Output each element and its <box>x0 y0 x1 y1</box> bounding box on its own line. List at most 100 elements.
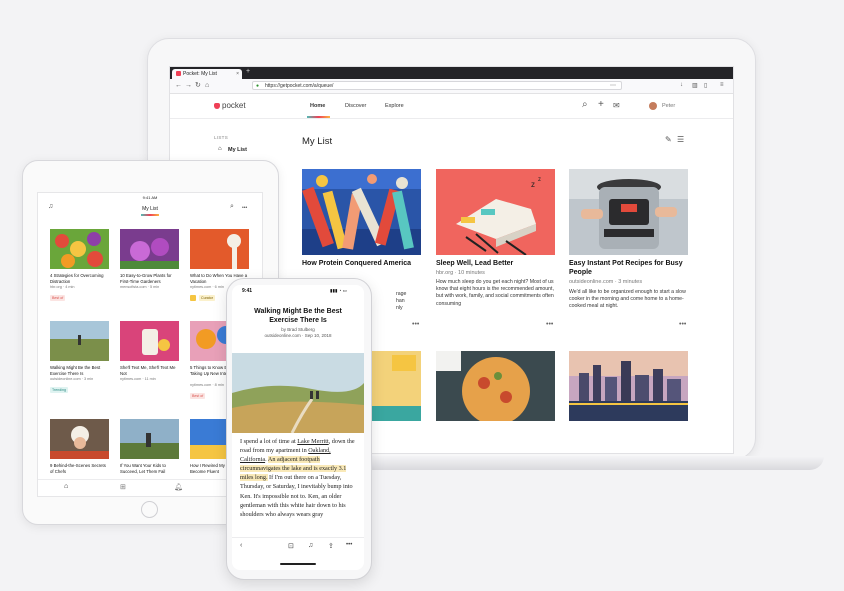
card-title[interactable]: How Protein Conquered America <box>302 260 421 269</box>
ipad-item-image[interactable] <box>120 321 179 361</box>
share-icon[interactable]: ⇪ <box>328 542 334 550</box>
more-icon[interactable]: ••• <box>242 205 247 211</box>
card-image-pizza[interactable] <box>436 351 555 421</box>
article-title: Walking Might Be the Best Exercise There… <box>254 308 342 324</box>
downloads-icon[interactable]: ↓ <box>680 82 683 88</box>
card-menu-icon[interactable]: ••• <box>546 321 553 328</box>
ipad-item-image[interactable] <box>50 321 109 361</box>
article-hero-image <box>232 353 364 433</box>
card-excerpt: How much sleep do you get each night? Mo… <box>436 279 554 307</box>
excerpt-fragment: rage <box>396 291 407 297</box>
search-icon[interactable]: ⌕ <box>582 99 588 111</box>
ipad-item-image[interactable] <box>120 419 179 459</box>
card-image-protein[interactable] <box>302 169 421 255</box>
browser-tab-bar: Pocket: My List × + <box>170 67 733 79</box>
list-view-icon[interactable]: ☰ <box>677 135 684 144</box>
nav-home[interactable]: Home <box>310 103 325 109</box>
ipad-item-source: nytimes.com · 8 min <box>190 383 224 387</box>
ipad-item-badge: Trending <box>50 387 69 393</box>
card-title[interactable]: Sleep Well, Lead Better <box>436 260 555 269</box>
browser-tab[interactable]: Pocket: My List × <box>172 69 242 79</box>
menu-icon[interactable]: ≡ <box>720 82 724 88</box>
card-image-sleep[interactable]: z z <box>436 169 555 255</box>
card-excerpt-partial: rage han nly <box>396 291 426 313</box>
ipad-item-title[interactable]: Walking Might Be the Best Exercise There… <box>50 365 110 376</box>
pocket-logo-icon <box>214 103 220 109</box>
home-indicator <box>280 563 316 565</box>
add-tab-icon[interactable]: ⊞ <box>120 483 126 491</box>
more-icon[interactable]: ••• <box>346 542 352 548</box>
user-name[interactable]: Peter <box>662 103 675 109</box>
add-icon[interactable]: + <box>598 99 604 111</box>
ipad-page-title: My List <box>142 206 158 212</box>
card-menu-icon[interactable]: ••• <box>412 321 419 328</box>
listen-icon[interactable]: ♫ <box>308 542 313 549</box>
pocket-logo[interactable]: pocket <box>214 101 246 110</box>
ipad-home-button[interactable] <box>141 501 158 518</box>
ipad-item-title[interactable]: 9 Behind-the-Scenes Secrets of Chefs <box>50 463 110 474</box>
ipad-item-title[interactable]: 10 Easy-to-Grow Plants for First-Time Ga… <box>120 273 180 284</box>
ipad-item-source: hbr.org · 4 min <box>50 285 75 289</box>
ipad-item-source: nytimes.com · 11 min <box>120 377 156 381</box>
tab-title: Pocket: My List <box>183 71 217 77</box>
home-icon[interactable]: ⌂ <box>205 81 209 91</box>
page-actions-icon[interactable]: ⋯ <box>610 82 616 89</box>
excerpt-fragment: han <box>396 298 405 305</box>
svg-text:z: z <box>538 177 541 183</box>
body-text: I spend a lot of time at <box>240 438 298 445</box>
article-byline: by Brad Stulberg outsideonline.com · Sep… <box>244 327 352 339</box>
ipad-item-image[interactable] <box>120 229 179 269</box>
archive-icon[interactable]: ⊡ <box>288 542 294 550</box>
nav-discover[interactable]: Discover <box>345 103 366 109</box>
ipad-item-badge: Best of <box>50 295 66 301</box>
svg-text:z: z <box>531 180 535 189</box>
body-link[interactable]: Lake Merritt <box>297 438 328 445</box>
forward-icon[interactable]: → <box>185 81 192 91</box>
ipad-item-image[interactable] <box>50 229 109 269</box>
my-list-home-icon: ⌂ <box>218 146 222 152</box>
pocket-header: pocket Home Discover Explore ⌕ + ✉ Peter <box>170 94 733 119</box>
home-tab-icon[interactable]: ⌂ <box>64 483 68 490</box>
card-title[interactable]: Easy Instant Pot Recipes for Busy People <box>569 260 688 277</box>
article-source[interactable]: outsideonline.com · Sep 10, 2018 <box>244 333 352 339</box>
url-input[interactable]: https://getpocket.com/a/queue/ <box>252 81 622 90</box>
nav-explore[interactable]: Explore <box>385 103 404 109</box>
ipad-item-badge: Curator <box>199 295 215 301</box>
ipad-item-title[interactable]: If You Want Your Kids to Succeed, Let Th… <box>120 463 180 474</box>
back-icon[interactable]: ← <box>175 81 182 91</box>
ipad-item-title[interactable]: 4 Strategies for Overcoming Distraction <box>50 273 110 284</box>
lists-label: LISTS <box>214 135 229 140</box>
ipad-item-source: outsideonline.com · 3 min <box>50 377 94 381</box>
ipad-item-source: mensofista.com · 5 min <box>120 285 160 289</box>
sidebar-item-my-list[interactable]: My List <box>228 147 247 153</box>
ipad-item-image[interactable] <box>50 419 109 459</box>
phone-status-icons: ▮▮▮ ◔ ▭ <box>330 288 347 293</box>
sidebar-icon[interactable]: ▯ <box>704 82 707 89</box>
page-title: My List <box>302 136 333 147</box>
tab-close-icon[interactable]: × <box>236 69 239 79</box>
card-source: hbr.org · 10 minutes <box>436 270 485 276</box>
card-menu-icon[interactable]: ••• <box>679 321 686 328</box>
ipad-item-title[interactable]: She'll Text Me, She'll Text Me Not <box>120 365 180 376</box>
reload-icon[interactable]: ↻ <box>195 81 201 91</box>
avatar[interactable] <box>649 102 657 110</box>
edit-icon[interactable]: ✎ <box>665 135 672 144</box>
back-icon[interactable]: ‹ <box>240 542 242 549</box>
ipad-item-badge: Best of <box>190 393 206 399</box>
search-icon[interactable]: ⌕ <box>230 203 234 211</box>
card-image-instant-pot[interactable] <box>569 169 688 255</box>
logo-text: pocket <box>222 101 246 110</box>
address-bar: ← → ↻ ⌂ https://getpocket.com/a/queue/ ●… <box>170 79 733 94</box>
lock-icon: ● <box>256 83 260 89</box>
card-image-city[interactable] <box>569 351 688 421</box>
new-tab-button[interactable]: + <box>246 68 250 75</box>
curator-icon <box>190 295 196 301</box>
ipad-status-time: 9:41 AM <box>142 195 158 200</box>
card-excerpt: We'd all like to be organized enough to … <box>569 289 686 310</box>
library-icon[interactable]: ▥ <box>692 82 698 89</box>
nav-active-underline <box>307 116 330 118</box>
notifications-tab-icon[interactable]: 🔔︎ <box>174 483 183 491</box>
ipad-item-source: nytimes.com · 6 min <box>190 285 224 289</box>
ipad-item-image[interactable] <box>190 229 249 269</box>
inbox-icon[interactable]: ✉ <box>613 100 620 112</box>
